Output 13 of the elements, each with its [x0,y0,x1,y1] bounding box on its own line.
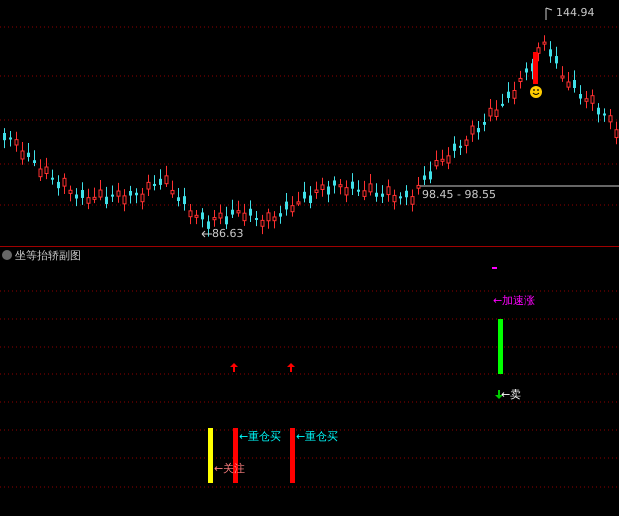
signal-label: ←重仓买 [296,430,338,443]
arrow-icon [202,230,212,238]
highlight-candle [533,52,538,84]
signal-label: ←卖 [501,388,522,401]
low-price-label: 86.63 [212,228,244,240]
collapse-icon[interactable] [2,250,12,260]
signal-label: ←加速涨 [493,294,536,307]
leader-line [546,8,552,20]
price-range-label: 98.45 - 98.55 [422,189,496,201]
indicator-title: 坐等抬轿副图 [15,248,81,262]
high-price-label: 144.94 [556,7,594,19]
smiley-icon [530,86,542,98]
signal-label: ←重仓买 [239,430,282,443]
